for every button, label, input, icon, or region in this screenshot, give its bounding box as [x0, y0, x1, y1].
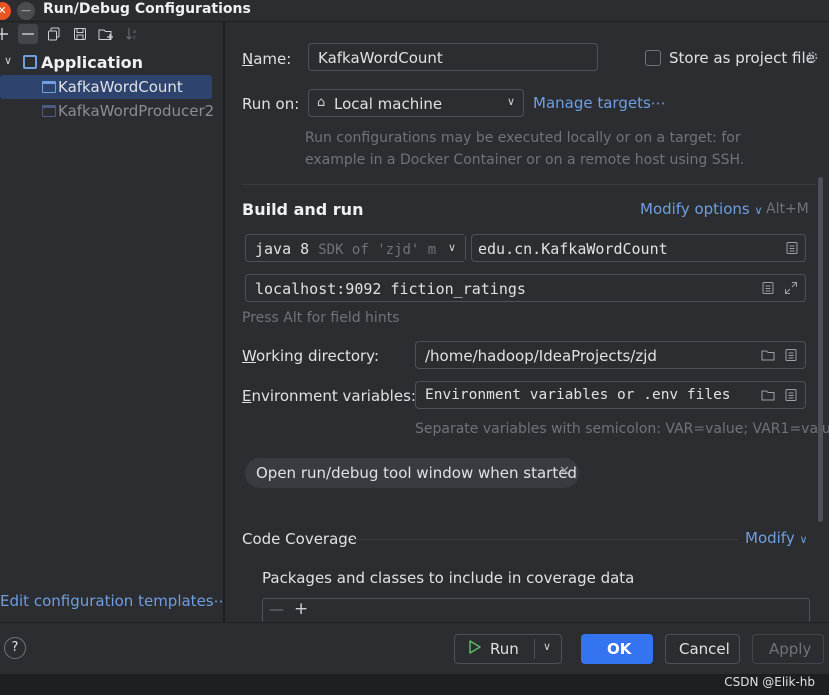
watermark: CSDN @Elik-hb — [724, 675, 815, 689]
svg-text:z: z — [133, 35, 136, 41]
modify-coverage-link[interactable]: Modify ∨ — [745, 529, 808, 547]
field-hints-text: Press Alt for field hints — [242, 310, 400, 326]
section-divider — [353, 539, 738, 540]
apply-button[interactable]: Apply — [752, 634, 824, 664]
new-folder-icon[interactable] — [96, 24, 116, 44]
cancel-label: Cancel — [679, 640, 730, 658]
title-bar: ✕ ― Run/Debug Configurations — [0, 0, 829, 22]
copy-icon[interactable] — [44, 24, 64, 44]
name-label: Name: — [242, 50, 292, 68]
tree-item-label: KafkaWordProducer2 — [58, 102, 215, 120]
run-label: Run — [490, 640, 519, 658]
tree-item-kafkawordcount[interactable]: KafkaWordCount — [0, 75, 212, 99]
save-icon[interactable] — [70, 24, 90, 44]
folder-icon[interactable] — [761, 388, 775, 402]
gear-icon[interactable] — [805, 50, 819, 64]
modify-options-label: Modify options — [640, 200, 750, 218]
modify-options-link[interactable]: Modify options ∨ — [640, 200, 763, 218]
close-icon[interactable]: ✕ — [0, 2, 11, 20]
store-as-project-checkbox[interactable] — [645, 50, 661, 66]
apply-label: Apply — [769, 640, 812, 658]
program-arguments-field[interactable]: localhost:9092 fiction_ratings — [245, 274, 806, 302]
run-on-hint-1: Run configurations may be executed local… — [305, 130, 741, 146]
main-class-value: edu.cn.KafkaWordCount — [478, 240, 668, 258]
split-divider — [534, 639, 535, 659]
configuration-form: Name: KafkaWordCount Store as project fi… — [225, 22, 829, 622]
working-directory-value: /home/hadoop/IdeaProjects/zjd — [425, 347, 657, 365]
section-divider — [242, 184, 816, 185]
minimize-icon[interactable]: ― — [17, 2, 35, 20]
chevron-down-icon[interactable]: ∨ — [4, 54, 12, 67]
working-directory-label: Working directory: — [242, 347, 380, 365]
application-icon — [23, 55, 37, 69]
browse-list-icon[interactable] — [784, 388, 798, 402]
expand-icon[interactable] — [784, 281, 798, 295]
window-title: Run/Debug Configurations — [43, 1, 251, 17]
folder-icon[interactable] — [761, 348, 775, 362]
run-icon — [468, 639, 482, 659]
open-tool-window-option[interactable]: Open run/debug tool window when started … — [245, 458, 579, 488]
store-as-project-label: Store as project file — [669, 49, 815, 67]
edit-templates-link[interactable]: Edit configuration templates⋯ — [0, 592, 229, 610]
ok-label: OK — [607, 640, 632, 658]
code-coverage-heading: Code Coverage — [242, 530, 358, 548]
configurations-sidebar: az ∨ Application KafkaWordCount KafkaWor… — [0, 22, 229, 622]
chevron-down-icon[interactable]: ∨ — [543, 640, 551, 653]
tree-item-label: KafkaWordCount — [58, 78, 183, 96]
help-button[interactable]: ? — [4, 637, 26, 659]
run-on-hint-2: example in a Docker Container or on a re… — [305, 152, 745, 168]
chevron-down-icon: ∨ — [754, 204, 763, 217]
remove-option-icon[interactable]: ✕ — [559, 464, 570, 479]
browse-list-icon[interactable] — [784, 348, 798, 362]
tree-root-label: Application — [41, 53, 144, 72]
environment-variables-label: Environment variables: — [242, 387, 416, 405]
run-button[interactable]: Run ∨ — [454, 634, 562, 664]
name-field[interactable]: KafkaWordCount — [308, 43, 598, 71]
coverage-packages-list[interactable]: — + — [262, 598, 810, 622]
chevron-down-icon: ∨ — [799, 533, 808, 546]
add-icon[interactable] — [0, 24, 12, 44]
tree-item-kafkawordproducer2[interactable]: KafkaWordProducer2 — [0, 99, 215, 123]
packages-label: Packages and classes to include in cover… — [262, 569, 635, 587]
tree-node-application[interactable]: ∨ Application — [0, 52, 224, 74]
modify-coverage-label: Modify — [745, 529, 795, 547]
chevron-down-icon: ∨ — [506, 95, 515, 108]
environment-variables-placeholder: Environment variables or .env files — [425, 387, 731, 403]
browse-list-icon[interactable] — [785, 241, 799, 255]
main-class-field[interactable]: edu.cn.KafkaWordCount — [471, 234, 806, 262]
open-tool-window-label: Open run/debug tool window when started — [256, 464, 577, 482]
cancel-button[interactable]: Cancel — [665, 634, 740, 664]
dialog-buttons: ? Run ∨ OK Cancel Apply — [0, 622, 829, 674]
sort-icon[interactable]: az — [122, 24, 142, 44]
ok-button[interactable]: OK — [581, 634, 653, 664]
environment-variables-field[interactable]: Environment variables or .env files — [415, 381, 806, 409]
run-on-label: Run on: — [242, 95, 300, 113]
working-directory-field[interactable]: /home/hadoop/IdeaProjects/zjd — [415, 341, 806, 369]
remove-icon[interactable] — [18, 24, 38, 44]
build-and-run-heading: Build and run — [242, 200, 364, 219]
modify-options-shortcut: Alt+M — [766, 201, 809, 217]
environment-variables-hint: Separate variables with semicolon: VAR=v… — [415, 421, 829, 437]
program-arguments-value: localhost:9092 fiction_ratings — [255, 280, 526, 298]
run-config-icon — [42, 105, 56, 117]
remove-icon[interactable]: — — [269, 600, 284, 618]
manage-targets-link[interactable]: Manage targets⋯ — [533, 94, 666, 112]
sidebar-toolbar: az — [0, 22, 224, 46]
name-value: KafkaWordCount — [318, 49, 443, 67]
run-config-icon — [42, 81, 56, 93]
add-icon[interactable]: + — [294, 599, 308, 619]
jdk-value: java 8 SDK of 'zjd' m — [255, 240, 437, 258]
jdk-select[interactable]: java 8 SDK of 'zjd' m ∨ — [245, 234, 466, 262]
home-icon: ⌂ — [317, 95, 326, 110]
watermark-strip: CSDN @Elik-hb — [0, 674, 829, 695]
scrollbar[interactable] — [818, 177, 823, 522]
run-on-select[interactable]: ⌂ Local machine ∨ — [308, 89, 524, 117]
browse-list-icon[interactable] — [761, 281, 775, 295]
run-on-value: Local machine — [334, 95, 443, 113]
chevron-down-icon: ∨ — [439, 235, 465, 261]
